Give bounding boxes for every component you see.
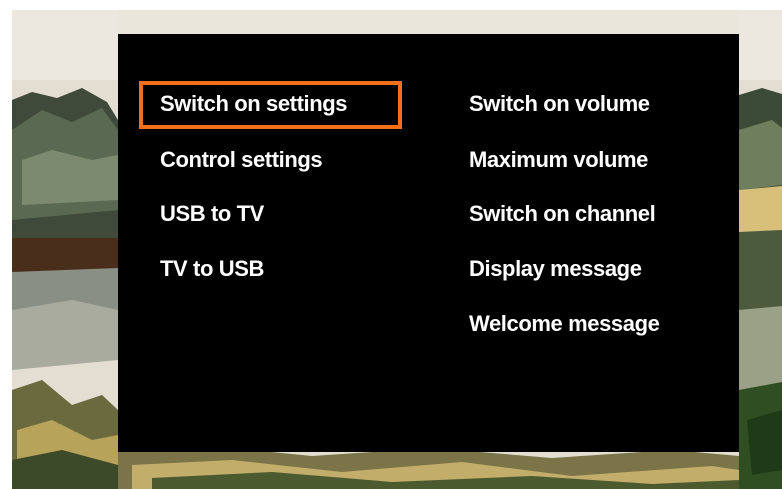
menu-item-welcome-message[interactable]: Welcome message	[469, 311, 660, 337]
menu-item-switch-on-channel[interactable]: Switch on channel	[469, 201, 656, 227]
settings-menu-panel: Switch on settings Control settings USB …	[118, 34, 739, 452]
menu-item-tv-to-usb[interactable]: TV to USB	[160, 256, 264, 282]
menu-item-control-settings[interactable]: Control settings	[160, 147, 323, 173]
menu-item-display-message[interactable]: Display message	[469, 256, 642, 282]
menu-item-maximum-volume[interactable]: Maximum volume	[469, 147, 648, 173]
menu-item-usb-to-tv[interactable]: USB to TV	[160, 201, 264, 227]
tv-screen: Switch on settings Control settings USB …	[0, 0, 782, 489]
menu-item-switch-on-volume[interactable]: Switch on volume	[469, 91, 650, 117]
menu-item-switch-on-settings[interactable]: Switch on settings	[160, 91, 348, 117]
